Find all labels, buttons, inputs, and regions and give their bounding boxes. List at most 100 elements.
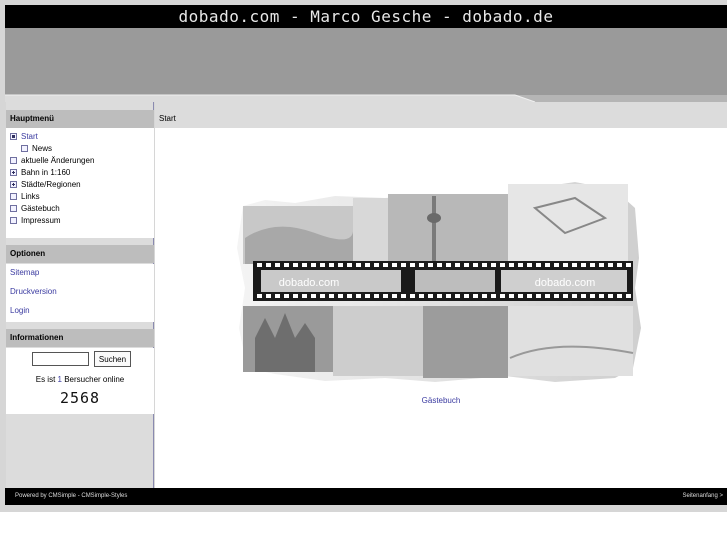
- main-menu-heading: Hauptmenü: [6, 110, 154, 128]
- back-to-top-link[interactable]: Seitenanfang >: [682, 493, 723, 499]
- menu-item-staedte-regionen[interactable]: Städte/Regionen: [10, 180, 81, 189]
- menu-item-aktuelle-aenderungen[interactable]: aktuelle Änderungen: [10, 156, 94, 165]
- menu-item-label: Links: [21, 192, 40, 201]
- menu-item-impressum[interactable]: Impressum: [10, 216, 61, 225]
- film-perforation: [608, 294, 613, 298]
- main-content: dobado.com dobado.com Gästebuch: [155, 128, 727, 488]
- film-perforation: [581, 294, 586, 298]
- menu-item-gaestebuch[interactable]: Gästebuch: [10, 204, 60, 213]
- menu-item-news[interactable]: News: [21, 144, 52, 153]
- film-perforation: [509, 294, 514, 298]
- film-perforation: [275, 294, 280, 298]
- film-perforation: [284, 294, 289, 298]
- bullet-box-icon: [21, 145, 28, 152]
- film-perforation: [572, 294, 577, 298]
- menu-item-bahn[interactable]: Bahn in 1:160: [10, 168, 70, 177]
- info-panel: Suchen Es ist 1 Bersucher online 2568: [6, 348, 154, 414]
- visitors-count: 1: [57, 375, 62, 384]
- header-banner: [5, 28, 727, 102]
- film-perforation: [437, 294, 442, 298]
- film-label-left: dobado.com: [279, 277, 340, 289]
- site-title-bar: dobado.com - Marco Gesche - dobado.de: [5, 5, 727, 28]
- film-perforation: [266, 263, 271, 267]
- photo-collage-image: dobado.com dobado.com: [237, 182, 641, 382]
- film-perforation: [428, 294, 433, 298]
- visitors-online: Es ist 1 Bersucher online: [6, 375, 154, 384]
- film-perforation: [482, 294, 487, 298]
- film-perforation: [518, 263, 523, 267]
- film-perforation: [626, 263, 631, 267]
- film-perforation: [311, 263, 316, 267]
- film-label-right: dobado.com: [535, 277, 596, 289]
- film-perforation: [410, 263, 415, 267]
- film-perforation: [500, 294, 505, 298]
- page-frame: dobado.com - Marco Gesche - dobado.de Ha…: [0, 0, 727, 512]
- film-perforation: [437, 263, 442, 267]
- film-perforation: [284, 263, 289, 267]
- bullet-dot-icon: [10, 133, 17, 140]
- film-perforation: [347, 294, 352, 298]
- search-input[interactable]: [32, 352, 89, 366]
- breadcrumb: Start: [159, 114, 176, 123]
- film-perforation: [401, 263, 406, 267]
- film-perforation: [356, 294, 361, 298]
- film-perforation: [527, 263, 532, 267]
- film-perforation: [491, 294, 496, 298]
- guestbook-link[interactable]: Gästebuch: [155, 396, 727, 405]
- film-perforation: [545, 263, 550, 267]
- film-perforation: [392, 263, 397, 267]
- menu-item-label: Impressum: [21, 216, 61, 225]
- info-heading: Informationen: [6, 329, 154, 347]
- film-perforation: [563, 263, 568, 267]
- menu-item-links[interactable]: Links: [10, 192, 40, 201]
- film-perforation: [572, 263, 577, 267]
- film-perforation: [338, 263, 343, 267]
- film-perforation: [608, 263, 613, 267]
- powered-by: Powered by CMSimple - CMSimple-Styles: [15, 493, 128, 499]
- film-perforation: [473, 294, 478, 298]
- film-perforation: [329, 263, 334, 267]
- menu-item-start[interactable]: Start: [10, 132, 38, 141]
- main-menu: Start News aktuelle Änderungen Bahn in 1…: [6, 128, 154, 238]
- menu-item-label: Start: [21, 132, 38, 141]
- film-perforation: [392, 294, 397, 298]
- film-perforation: [464, 263, 469, 267]
- film-strip: dobado.com dobado.com: [253, 261, 633, 301]
- sitemap-link[interactable]: Sitemap: [10, 268, 39, 277]
- film-perforation: [599, 263, 604, 267]
- menu-item-label: News: [32, 144, 53, 153]
- film-perforation: [491, 263, 496, 267]
- print-version-link[interactable]: Druckversion: [10, 287, 57, 296]
- film-perforation: [527, 294, 532, 298]
- film-perforation: [266, 294, 271, 298]
- film-perforation: [473, 263, 478, 267]
- menu-item-label: Bahn in 1:160: [21, 168, 71, 177]
- breadcrumb-bar: Start: [155, 102, 727, 128]
- film-perforation: [257, 263, 262, 267]
- film-perforation: [446, 294, 451, 298]
- hit-counter: 2568: [59, 389, 101, 407]
- login-link[interactable]: Login: [10, 306, 30, 315]
- film-perforation: [455, 263, 460, 267]
- bullet-box-icon: [10, 217, 17, 224]
- search-button[interactable]: Suchen: [94, 351, 131, 367]
- menu-item-label: Städte/Regionen: [21, 180, 81, 189]
- film-perforation: [563, 294, 568, 298]
- expand-plus-icon: [10, 169, 17, 176]
- film-perforation: [518, 294, 523, 298]
- film-perforation: [311, 294, 316, 298]
- film-perforation: [626, 294, 631, 298]
- film-perforation: [419, 263, 424, 267]
- film-perforation: [383, 263, 388, 267]
- film-perforation: [536, 263, 541, 267]
- sidebar: Hauptmenü Start News aktuelle Änderungen…: [6, 102, 154, 488]
- film-perforation: [365, 294, 370, 298]
- film-perforation: [545, 294, 550, 298]
- film-perforation: [293, 294, 298, 298]
- menu-item-label: Gästebuch: [21, 204, 60, 213]
- film-perforation: [536, 294, 541, 298]
- film-perforation: [599, 294, 604, 298]
- film-perforation: [347, 263, 352, 267]
- bullet-box-icon: [10, 157, 17, 164]
- film-perforation: [446, 263, 451, 267]
